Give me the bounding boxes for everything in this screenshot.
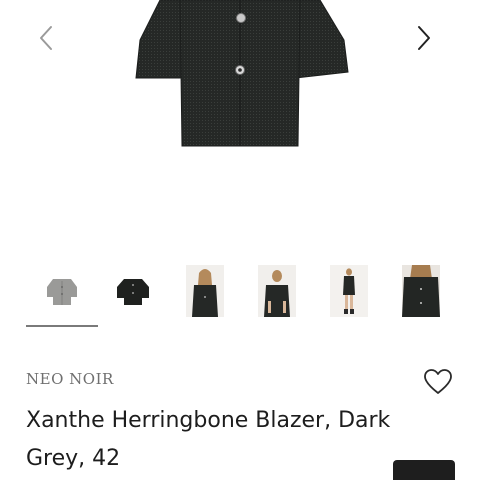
gallery-prev-button[interactable] (28, 20, 64, 56)
chevron-right-icon (418, 26, 430, 50)
chevron-left-icon (40, 26, 52, 50)
thumbnail-grey-blazer[interactable] (42, 264, 82, 318)
heart-icon (424, 369, 452, 394)
thumbnail-image (47, 279, 77, 305)
product-gallery (0, 0, 480, 250)
thumbnail-image (117, 279, 149, 305)
thumbnail-model-back[interactable] (257, 264, 297, 318)
thumbnail-selected-indicator (26, 325, 98, 327)
wishlist-button[interactable] (422, 366, 454, 398)
thumbnail-model-closeup[interactable] (401, 264, 441, 318)
thumbnail-strip (0, 262, 480, 332)
thumbnail-image (330, 265, 368, 317)
gallery-next-button[interactable] (406, 20, 442, 56)
thumbnail-model-front[interactable] (185, 264, 225, 318)
product-main-image[interactable] (130, 0, 350, 150)
thumbnail-black-blazer[interactable] (113, 264, 153, 318)
thumbnail-model-full[interactable] (329, 264, 369, 318)
thumbnail-image (258, 265, 296, 317)
thumbnail-image (402, 265, 440, 317)
product-title: Xanthe Herringbone Blazer, Dark Grey, 42 (26, 408, 391, 471)
product-brand[interactable]: NEO NOIR (26, 370, 114, 388)
thumbnail-image (186, 265, 224, 317)
add-to-cart-button[interactable] (393, 460, 455, 480)
